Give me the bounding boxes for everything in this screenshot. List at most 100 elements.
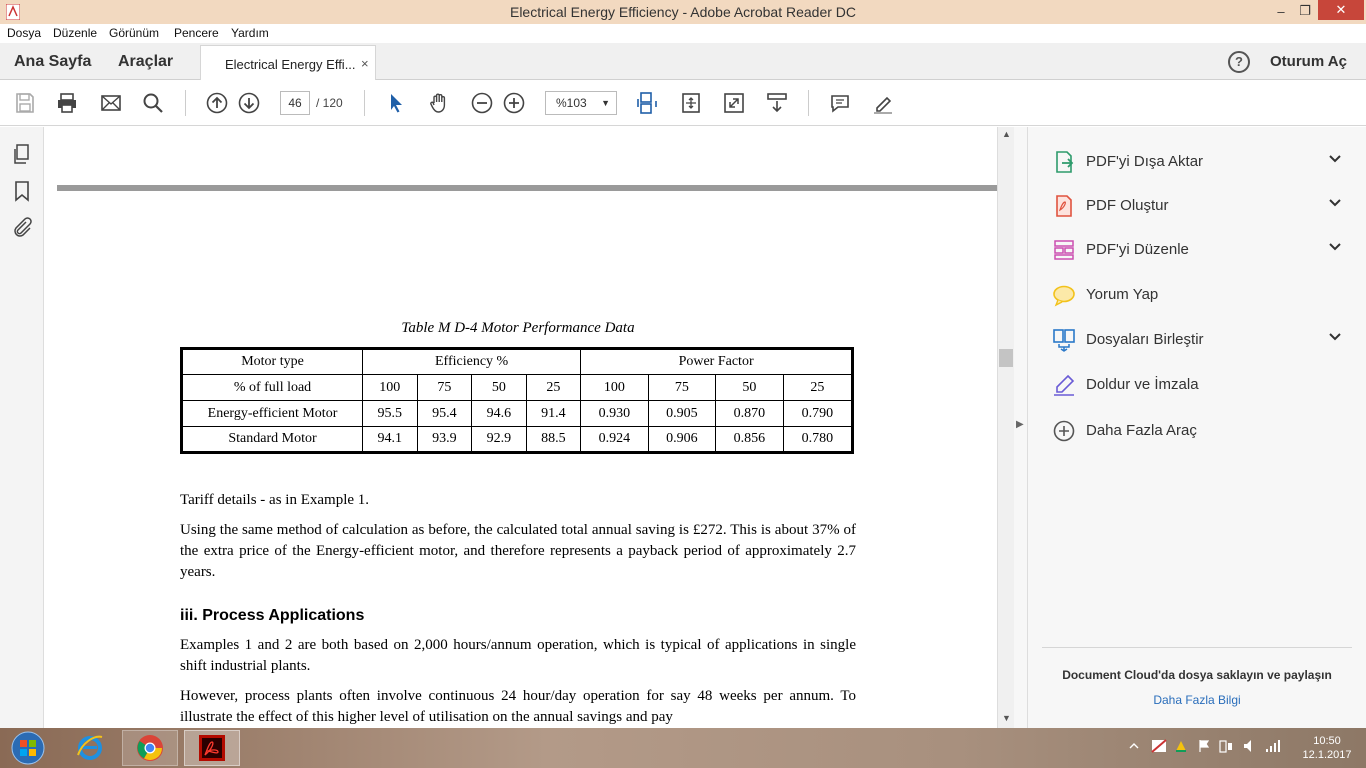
table-cell: Motor type [181, 348, 363, 375]
menu-help[interactable]: Yardım [231, 26, 269, 40]
menu-file[interactable]: Dosya [7, 26, 41, 40]
vertical-scrollbar[interactable]: ▲ ▼ [997, 127, 1014, 728]
signal-strength-icon [1266, 740, 1280, 752]
scroll-down-icon[interactable]: ▼ [1002, 713, 1011, 723]
table-cell: 94.1 [362, 426, 418, 453]
table-cell: 94.6 [471, 400, 527, 427]
show-hidden-icons-icon [1129, 743, 1139, 749]
tray-icons [1129, 739, 1280, 753]
export-pdf-icon [1056, 151, 1074, 173]
bookmark-icon[interactable] [11, 180, 33, 202]
toolbar-separator [808, 90, 809, 116]
help-icon[interactable]: ? [1228, 51, 1250, 73]
table-cell: 0.905 [647, 400, 717, 427]
table-cell: 92.9 [471, 426, 527, 453]
learn-more-link[interactable]: Daha Fazla Bilgi [1028, 693, 1366, 707]
tool-edit-pdf[interactable]: PDF'yi Düzenle [1028, 232, 1366, 268]
menu-window[interactable]: Pencere [174, 26, 219, 40]
fit-page-icon[interactable] [678, 90, 704, 116]
tool-combine-files[interactable]: Dosyaları Birleştir [1028, 322, 1366, 358]
save-icon[interactable] [12, 90, 38, 116]
close-window-button[interactable]: ✕ [1318, 0, 1364, 20]
tab-document[interactable]: Electrical Energy Effi... × [200, 45, 376, 81]
zoom-out-icon[interactable] [469, 90, 495, 116]
attachment-icon[interactable] [11, 216, 33, 238]
page-number-input[interactable]: 46 [280, 91, 310, 115]
print-icon[interactable] [54, 90, 80, 116]
acrobat-icon [199, 735, 225, 761]
sign-in-button[interactable]: Oturum Aç [1270, 53, 1347, 70]
right-panel-collapse-strip[interactable]: ▶ [1014, 127, 1028, 728]
chrome-taskbar-button[interactable] [122, 730, 178, 766]
previous-page-icon[interactable] [204, 90, 230, 116]
paragraph: Tariff details - as in Example 1. [180, 492, 370, 508]
motor-performance-table: Motor type Efficiency % Power Factor % o… [180, 347, 854, 454]
table-title: Table M D-4 Motor Performance Data [401, 320, 635, 336]
tool-comment[interactable]: Yorum Yap [1028, 277, 1366, 313]
internet-explorer-taskbar-button[interactable] [62, 730, 118, 766]
tool-label: Yorum Yap [1086, 286, 1159, 303]
next-page-icon[interactable] [236, 90, 262, 116]
full-screen-icon[interactable] [721, 90, 747, 116]
document-viewer: Table M D-4 Motor Performance Data Motor… [45, 127, 997, 728]
email-icon[interactable] [98, 90, 124, 116]
chevron-down-icon[interactable] [1328, 330, 1342, 344]
tool-fill-sign[interactable]: Doldur ve İmzala [1028, 367, 1366, 403]
tool-create-pdf[interactable]: PDF Oluştur [1028, 188, 1366, 224]
tool-more-tools[interactable]: Daha Fazla Araç [1028, 413, 1366, 449]
menu-edit[interactable]: Düzenle [53, 26, 97, 40]
close-tab-icon[interactable]: × [361, 56, 369, 71]
internet-explorer-icon [77, 735, 103, 760]
tool-label: Dosyaları Birleştir [1086, 331, 1204, 348]
chevron-down-icon[interactable] [1328, 240, 1342, 254]
title-bar: Electrical Energy Efficiency - Adobe Acr… [0, 0, 1366, 24]
system-clock[interactable]: 10:50 12.1.2017 [1296, 734, 1358, 762]
page-total: / 120 [316, 96, 343, 110]
highlight-pen-icon[interactable] [870, 90, 896, 116]
table-cell: 75 [647, 374, 717, 401]
scroll-up-icon[interactable]: ▲ [1002, 129, 1011, 139]
chevron-down-icon[interactable] [1328, 196, 1342, 210]
tools-panel: PDF'yi Dışa Aktar PDF Oluştur PDF'yi Düz… [1028, 127, 1366, 728]
tab-home[interactable]: Ana Sayfa [14, 53, 91, 71]
table-cell: 91.4 [525, 400, 582, 427]
comment-icon[interactable] [827, 90, 853, 116]
action-center-flag-icon [1199, 740, 1210, 752]
collapse-right-panel-icon[interactable]: ▶ [1016, 419, 1024, 430]
zoom-select[interactable]: %103 ▼ [545, 91, 617, 115]
chevron-down-icon[interactable] [1328, 152, 1342, 166]
tool-label: Doldur ve İmzala [1086, 376, 1199, 393]
maximize-button[interactable]: ❐ [1290, 0, 1320, 22]
table-cell: Power Factor [580, 348, 853, 375]
start-button[interactable] [0, 730, 56, 766]
table-cell: 95.4 [416, 400, 473, 427]
read-mode-icon[interactable] [764, 90, 790, 116]
table-cell: 0.856 [715, 426, 784, 453]
chevron-down-icon: ▼ [601, 98, 610, 108]
table-row: Motor type Efficiency % Power Factor [181, 348, 853, 375]
menu-view[interactable]: Görünüm [109, 26, 159, 40]
table-cell: 100 [362, 374, 418, 401]
scrollbar-thumb[interactable] [999, 349, 1013, 367]
acrobat-taskbar-button[interactable] [184, 730, 240, 766]
zoom-in-icon[interactable] [501, 90, 527, 116]
comment-icon [1053, 285, 1075, 307]
tool-label: Daha Fazla Araç [1086, 422, 1197, 439]
tool-export-pdf[interactable]: PDF'yi Dışa Aktar [1028, 144, 1366, 180]
scroll-mode-icon[interactable] [634, 90, 660, 116]
table-cell: 0.790 [782, 400, 854, 427]
table-cell: 50 [715, 374, 784, 401]
select-cursor-icon[interactable] [383, 90, 409, 116]
toolbar: 46 / 120 %103 ▼ [0, 80, 1366, 126]
search-icon[interactable] [140, 90, 166, 116]
table-cell: 0.924 [580, 426, 649, 453]
fill-sign-icon [1054, 374, 1075, 396]
table-row: % of full load 100 75 50 25 100 75 50 25 [181, 374, 854, 401]
tab-tools[interactable]: Araçlar [118, 53, 173, 71]
menu-bar: Dosya Düzenle Görünüm Pencere Yardım [0, 24, 1366, 43]
hand-tool-icon[interactable] [426, 90, 452, 116]
left-navigation-rail [0, 127, 44, 728]
page-thumbnails-icon[interactable] [11, 143, 33, 165]
table-cell: 100 [580, 374, 649, 401]
windows-logo-icon [11, 731, 45, 765]
